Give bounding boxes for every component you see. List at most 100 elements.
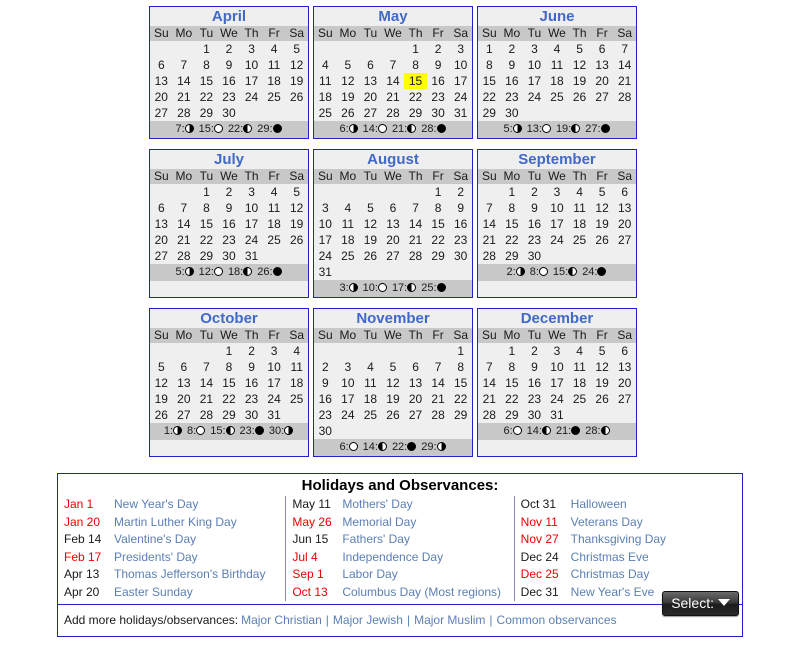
day-cell[interactable]: 14 xyxy=(478,375,501,391)
day-cell[interactable]: 18 xyxy=(359,391,382,407)
day-cell[interactable]: 1 xyxy=(478,41,501,57)
day-cell[interactable]: 16 xyxy=(218,73,241,89)
day-cell[interactable]: 22 xyxy=(427,232,450,248)
day-cell[interactable]: 6 xyxy=(613,343,636,359)
day-cell[interactable]: 27 xyxy=(382,248,405,264)
day-cell[interactable]: 15 xyxy=(195,73,218,89)
day-cell[interactable]: 16 xyxy=(314,391,337,407)
day-cell[interactable]: 29 xyxy=(195,248,218,264)
holiday-name-link[interactable]: New Year's Day xyxy=(114,497,198,511)
day-cell[interactable]: 4 xyxy=(359,359,382,375)
day-cell[interactable]: 17 xyxy=(240,216,263,232)
day-cell[interactable]: 11 xyxy=(546,57,569,73)
day-cell[interactable]: 7 xyxy=(195,359,218,375)
day-cell[interactable]: 20 xyxy=(613,216,636,232)
day-cell[interactable]: 11 xyxy=(263,57,286,73)
day-cell[interactable]: 2 xyxy=(218,41,241,57)
day-cell[interactable]: 12 xyxy=(337,73,360,89)
day-cell[interactable]: 3 xyxy=(240,41,263,57)
day-cell[interactable]: 5 xyxy=(285,41,308,57)
day-cell[interactable]: 4 xyxy=(314,57,337,73)
day-cell[interactable]: 7 xyxy=(427,359,450,375)
day-cell[interactable]: 4 xyxy=(263,41,286,57)
day-cell[interactable]: 10 xyxy=(546,359,569,375)
day-cell[interactable]: 9 xyxy=(501,57,524,73)
day-cell[interactable]: 11 xyxy=(337,216,360,232)
holiday-name-link[interactable]: Columbus Day (Most regions) xyxy=(342,585,501,599)
day-cell[interactable]: 6 xyxy=(613,184,636,200)
day-cell[interactable]: 5 xyxy=(337,57,360,73)
day-cell[interactable]: 25 xyxy=(359,407,382,423)
day-cell[interactable]: 10 xyxy=(337,375,360,391)
day-cell[interactable]: 30 xyxy=(523,407,546,423)
day-cell[interactable]: 19 xyxy=(359,232,382,248)
day-cell[interactable]: 17 xyxy=(337,391,360,407)
holiday-name-link[interactable]: Labor Day xyxy=(342,567,397,581)
day-cell[interactable]: 12 xyxy=(591,200,614,216)
day-cell[interactable]: 9 xyxy=(427,57,450,73)
day-cell[interactable]: 27 xyxy=(404,407,427,423)
day-cell[interactable]: 11 xyxy=(568,200,591,216)
day-cell[interactable]: 27 xyxy=(591,89,614,105)
day-cell[interactable]: 1 xyxy=(501,184,524,200)
day-cell[interactable]: 31 xyxy=(314,264,337,280)
day-cell[interactable]: 24 xyxy=(240,232,263,248)
holiday-name-link[interactable]: Memorial Day xyxy=(342,515,416,529)
day-cell[interactable]: 13 xyxy=(404,375,427,391)
day-cell[interactable]: 21 xyxy=(173,232,196,248)
holiday-name-link[interactable]: Veterans Day xyxy=(571,515,643,529)
day-cell[interactable]: 3 xyxy=(449,41,472,57)
day-cell[interactable]: 21 xyxy=(478,391,501,407)
day-cell[interactable]: 6 xyxy=(591,41,614,57)
day-cell[interactable]: 7 xyxy=(478,359,501,375)
day-cell[interactable]: 26 xyxy=(382,407,405,423)
day-cell[interactable]: 10 xyxy=(240,200,263,216)
month-title[interactable]: May xyxy=(314,7,472,26)
day-cell[interactable]: 28 xyxy=(173,105,196,121)
day-cell[interactable]: 17 xyxy=(546,216,569,232)
day-cell[interactable]: 7 xyxy=(382,57,405,73)
day-cell[interactable]: 9 xyxy=(449,200,472,216)
day-cell[interactable]: 7 xyxy=(478,200,501,216)
day-cell[interactable]: 18 xyxy=(337,232,360,248)
holiday-name-link[interactable]: Christmas Day xyxy=(571,567,650,581)
day-cell[interactable]: 8 xyxy=(218,359,241,375)
day-cell[interactable]: 23 xyxy=(449,232,472,248)
day-cell[interactable]: 17 xyxy=(449,73,472,89)
day-cell[interactable]: 23 xyxy=(427,89,450,105)
day-cell[interactable]: 19 xyxy=(337,89,360,105)
day-cell[interactable]: 6 xyxy=(150,200,173,216)
day-cell[interactable]: 21 xyxy=(382,89,405,105)
day-cell[interactable]: 14 xyxy=(382,73,405,89)
day-cell[interactable]: 29 xyxy=(427,248,450,264)
day-cell[interactable]: 21 xyxy=(173,89,196,105)
day-cell[interactable]: 2 xyxy=(427,41,450,57)
day-cell[interactable]: 1 xyxy=(195,184,218,200)
day-cell[interactable]: 17 xyxy=(314,232,337,248)
day-cell[interactable]: 10 xyxy=(449,57,472,73)
day-cell[interactable]: 20 xyxy=(613,375,636,391)
day-cell[interactable]: 23 xyxy=(218,89,241,105)
day-cell[interactable]: 20 xyxy=(173,391,196,407)
holiday-name-link[interactable]: Independence Day xyxy=(342,550,443,564)
day-cell[interactable]: 25 xyxy=(314,105,337,121)
day-cell[interactable]: 16 xyxy=(523,216,546,232)
holiday-name-link[interactable]: Mothers' Day xyxy=(342,497,412,511)
day-cell[interactable]: 8 xyxy=(195,200,218,216)
day-cell[interactable]: 20 xyxy=(382,232,405,248)
day-cell[interactable]: 24 xyxy=(263,391,286,407)
day-cell[interactable]: 14 xyxy=(173,73,196,89)
day-cell[interactable]: 13 xyxy=(150,73,173,89)
day-cell[interactable]: 30 xyxy=(427,105,450,121)
day-cell[interactable]: 2 xyxy=(523,343,546,359)
day-cell[interactable]: 24 xyxy=(523,89,546,105)
day-cell[interactable]: 18 xyxy=(568,375,591,391)
month-title[interactable]: July xyxy=(150,150,308,169)
day-cell[interactable]: 2 xyxy=(240,343,263,359)
day-cell[interactable]: 24 xyxy=(240,89,263,105)
day-cell[interactable]: 11 xyxy=(314,73,337,89)
day-cell[interactable]: 2 xyxy=(501,41,524,57)
day-cell[interactable]: 12 xyxy=(568,57,591,73)
day-cell[interactable]: 23 xyxy=(501,89,524,105)
day-cell[interactable]: 26 xyxy=(150,407,173,423)
